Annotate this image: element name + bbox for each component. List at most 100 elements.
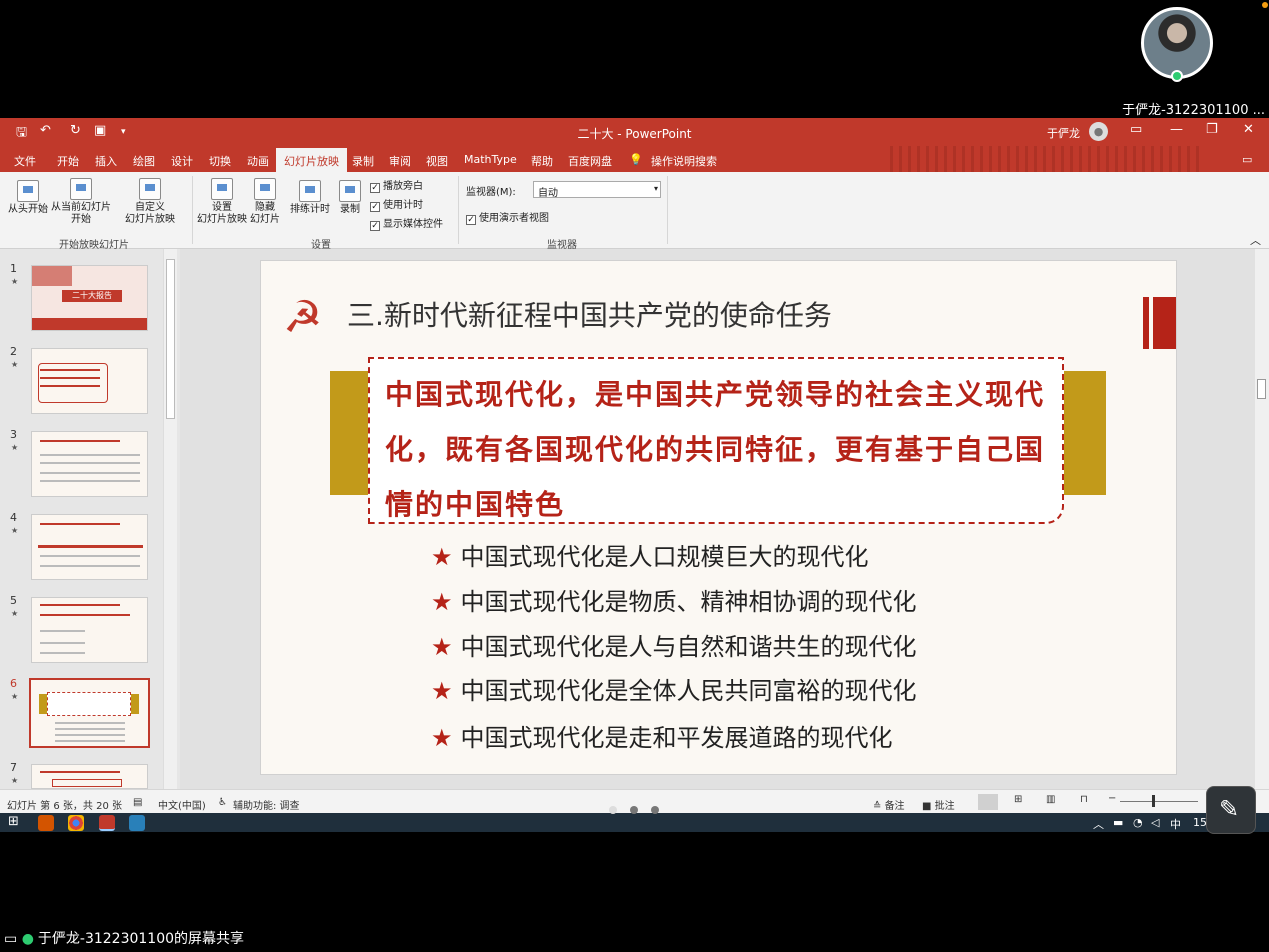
slide-title[interactable]: 三.新时代新征程中国共产党的使命任务 <box>347 294 832 334</box>
wifi-icon[interactable]: ◔ <box>1133 816 1143 829</box>
tab-slideshow[interactable]: 幻灯片放映 <box>276 148 347 172</box>
page-indicator-dot[interactable] <box>630 806 638 814</box>
mic-icon: ● <box>21 931 34 947</box>
tab-draw[interactable]: 绘图 <box>133 153 155 169</box>
checkbox-checked-icon: ✓ <box>466 215 476 225</box>
tab-help[interactable]: 帮助 <box>531 153 553 169</box>
record-button[interactable]: 录制 <box>335 180 365 216</box>
user-avatar-icon[interactable]: ● <box>1089 122 1108 141</box>
scrollbar-thumb[interactable] <box>1257 379 1266 399</box>
play-narration-checkbox[interactable]: ✓ 播放旁白 <box>370 177 423 193</box>
ribbon-tabs: 文件 开始 插入 绘图 设计 切换 动画 幻灯片放映 录制 审阅 视图 Math… <box>0 146 1269 200</box>
custom-slideshow-button[interactable]: 自定义 幻灯片放映 <box>118 178 182 226</box>
thumbnail-scrollbar[interactable] <box>163 249 177 789</box>
bullet-item[interactable]: ★ 中国式现代化是全体人民共同富裕的现代化 <box>431 671 917 706</box>
tab-file[interactable]: 文件 <box>14 153 36 169</box>
page-indicator-dot[interactable] <box>651 806 659 814</box>
record-icon <box>339 180 361 202</box>
bullet-item[interactable]: ★ 中国式现代化是物质、精神相协调的现代化 <box>431 582 917 617</box>
screen-share-stage: 于俨龙-3122301100 ... 🖫 ↶ ↻ ▣ ▾ 二十大 - Power… <box>0 0 1269 952</box>
participant-label: 于俨龙-3122301100 ... <box>1122 103 1265 118</box>
presenter-view-checkbox[interactable]: ✓ 使用演示者视图 <box>466 209 549 225</box>
participant-avatar[interactable] <box>1141 7 1213 79</box>
zoom-out-icon[interactable]: − <box>1108 793 1116 804</box>
hide-slide-button[interactable]: 隐藏 幻灯片 <box>248 178 282 226</box>
setup-slideshow-button[interactable]: 设置 幻灯片放映 <box>196 178 248 226</box>
powerpoint-icon[interactable] <box>99 815 115 831</box>
volume-icon[interactable]: ◁ <box>1151 816 1159 829</box>
app-icon[interactable] <box>38 815 54 831</box>
mic-on-icon <box>1171 70 1183 82</box>
callout-box[interactable]: 中国式现代化，是中国共产党领导的社会主义现代化，既有各国现代化的共同特征，更有基… <box>368 357 1064 524</box>
tab-view[interactable]: 视图 <box>426 153 448 169</box>
close-icon[interactable]: ✕ <box>1243 122 1254 137</box>
zoom-slider[interactable] <box>1120 801 1198 802</box>
reading-view-icon[interactable]: ▥ <box>1046 794 1055 805</box>
slide-thumbnail-1[interactable]: 二十大报告 <box>31 265 148 331</box>
slide-thumbnail-5[interactable] <box>31 597 148 663</box>
spellcheck-icon[interactable]: ▤ <box>133 797 142 808</box>
bullet-item[interactable]: ★ 中国式现代化是人与自然和谐共生的现代化 <box>431 627 917 662</box>
star-bullet-icon: ★ <box>431 588 453 616</box>
thumb-number: 7 <box>10 761 17 774</box>
slide-sorter-icon[interactable]: ⊞ <box>1014 794 1022 805</box>
thumb-number: 4 <box>10 511 17 524</box>
comment-icon[interactable]: ▭ <box>1242 153 1252 166</box>
thumb-line <box>55 728 125 730</box>
tab-transitions[interactable]: 切换 <box>209 153 231 169</box>
current-slide[interactable]: ☭ 三.新时代新征程中国共产党的使命任务 中国式现代化，是中国共产党领导的社会主… <box>260 260 1177 775</box>
ribbon-display-icon[interactable]: ▭ <box>1130 122 1142 137</box>
tray-chevron-icon[interactable]: ︿ <box>1093 816 1104 832</box>
slide-thumbnail-4[interactable] <box>31 514 148 580</box>
bullet-item[interactable]: ★ 中国式现代化是人口规模巨大的现代化 <box>431 537 869 572</box>
tab-insert[interactable]: 插入 <box>95 153 117 169</box>
use-timings-checkbox[interactable]: ✓ 使用计时 <box>370 196 423 212</box>
restore-icon[interactable]: ❐ <box>1206 122 1218 137</box>
slide-thumbnail-2[interactable] <box>31 348 148 414</box>
from-current-button[interactable]: 从当前幻灯片 开始 <box>48 178 114 226</box>
ribbon-panel: 从头开始 从当前幻灯片 开始 自定义 幻灯片放映 开始放映幻灯片 设置 幻灯片放… <box>0 172 1269 251</box>
slide-thumbnail-3[interactable] <box>31 431 148 497</box>
rehearse-timings-button[interactable]: 排练计时 <box>288 180 332 216</box>
thumb-line <box>55 722 125 724</box>
tab-animations[interactable]: 动画 <box>247 153 269 169</box>
tab-review[interactable]: 审阅 <box>389 153 411 169</box>
scrollbar-thumb[interactable] <box>166 259 175 419</box>
bullet-item[interactable]: ★ 中国式现代化是走和平发展道路的现代化 <box>431 718 893 753</box>
lightbulb-icon: 💡 <box>629 153 643 166</box>
accessibility-status[interactable]: 辅助功能: 调查 <box>233 797 300 812</box>
from-beginning-button[interactable]: 从头开始 <box>6 180 50 216</box>
slide-thumbnail-6[interactable] <box>29 678 150 748</box>
monitor-select[interactable]: 自动 ▾ <box>533 181 661 199</box>
thumb-line <box>55 734 125 736</box>
tab-record[interactable]: 录制 <box>352 153 374 169</box>
collapse-ribbon-icon[interactable]: ︿ <box>1250 232 1261 248</box>
show-media-controls-checkbox[interactable]: ✓ 显示媒体控件 <box>370 215 443 231</box>
tab-baidu[interactable]: 百度网盘 <box>568 153 612 169</box>
tell-me-search[interactable]: 操作说明搜索 <box>651 153 717 169</box>
tab-mathtype[interactable]: MathType <box>464 153 517 166</box>
notes-button[interactable]: ≙ 备注 <box>873 797 905 812</box>
comments-button[interactable]: ■ 批注 <box>922 797 955 812</box>
user-name[interactable]: 于俨龙 <box>1047 125 1080 141</box>
editor-scrollbar[interactable] <box>1255 249 1269 789</box>
chrome-icon[interactable] <box>68 815 84 831</box>
slide-thumbnail-7[interactable] <box>31 764 148 789</box>
tab-design[interactable]: 设计 <box>171 153 193 169</box>
callout-text: 中国式现代化，是中国共产党领导的社会主义现代化，既有各国现代化的共同特征，更有基… <box>385 378 1046 521</box>
ime-indicator[interactable]: 中 <box>1170 816 1181 832</box>
zoom-slider-thumb[interactable] <box>1152 795 1155 807</box>
language-indicator[interactable]: 中文(中国) <box>158 797 206 812</box>
checkbox-checked-icon: ✓ <box>370 221 380 231</box>
windows-start-icon[interactable]: ⊞ <box>8 814 19 829</box>
accessibility-icon: ♿ <box>218 797 227 808</box>
minimize-icon[interactable]: — <box>1170 122 1183 137</box>
annotate-button[interactable]: ✎ <box>1206 786 1256 834</box>
app-icon[interactable] <box>129 815 145 831</box>
tab-home[interactable]: 开始 <box>57 153 79 169</box>
normal-view-button[interactable] <box>978 794 998 810</box>
page-indicator-dot[interactable] <box>609 806 617 814</box>
thumb-line <box>40 440 120 442</box>
share-caption: ▭ ● 于俨龙-3122301100的屏幕共享 <box>4 931 245 947</box>
slideshow-view-icon[interactable]: ⊓ <box>1080 794 1088 805</box>
